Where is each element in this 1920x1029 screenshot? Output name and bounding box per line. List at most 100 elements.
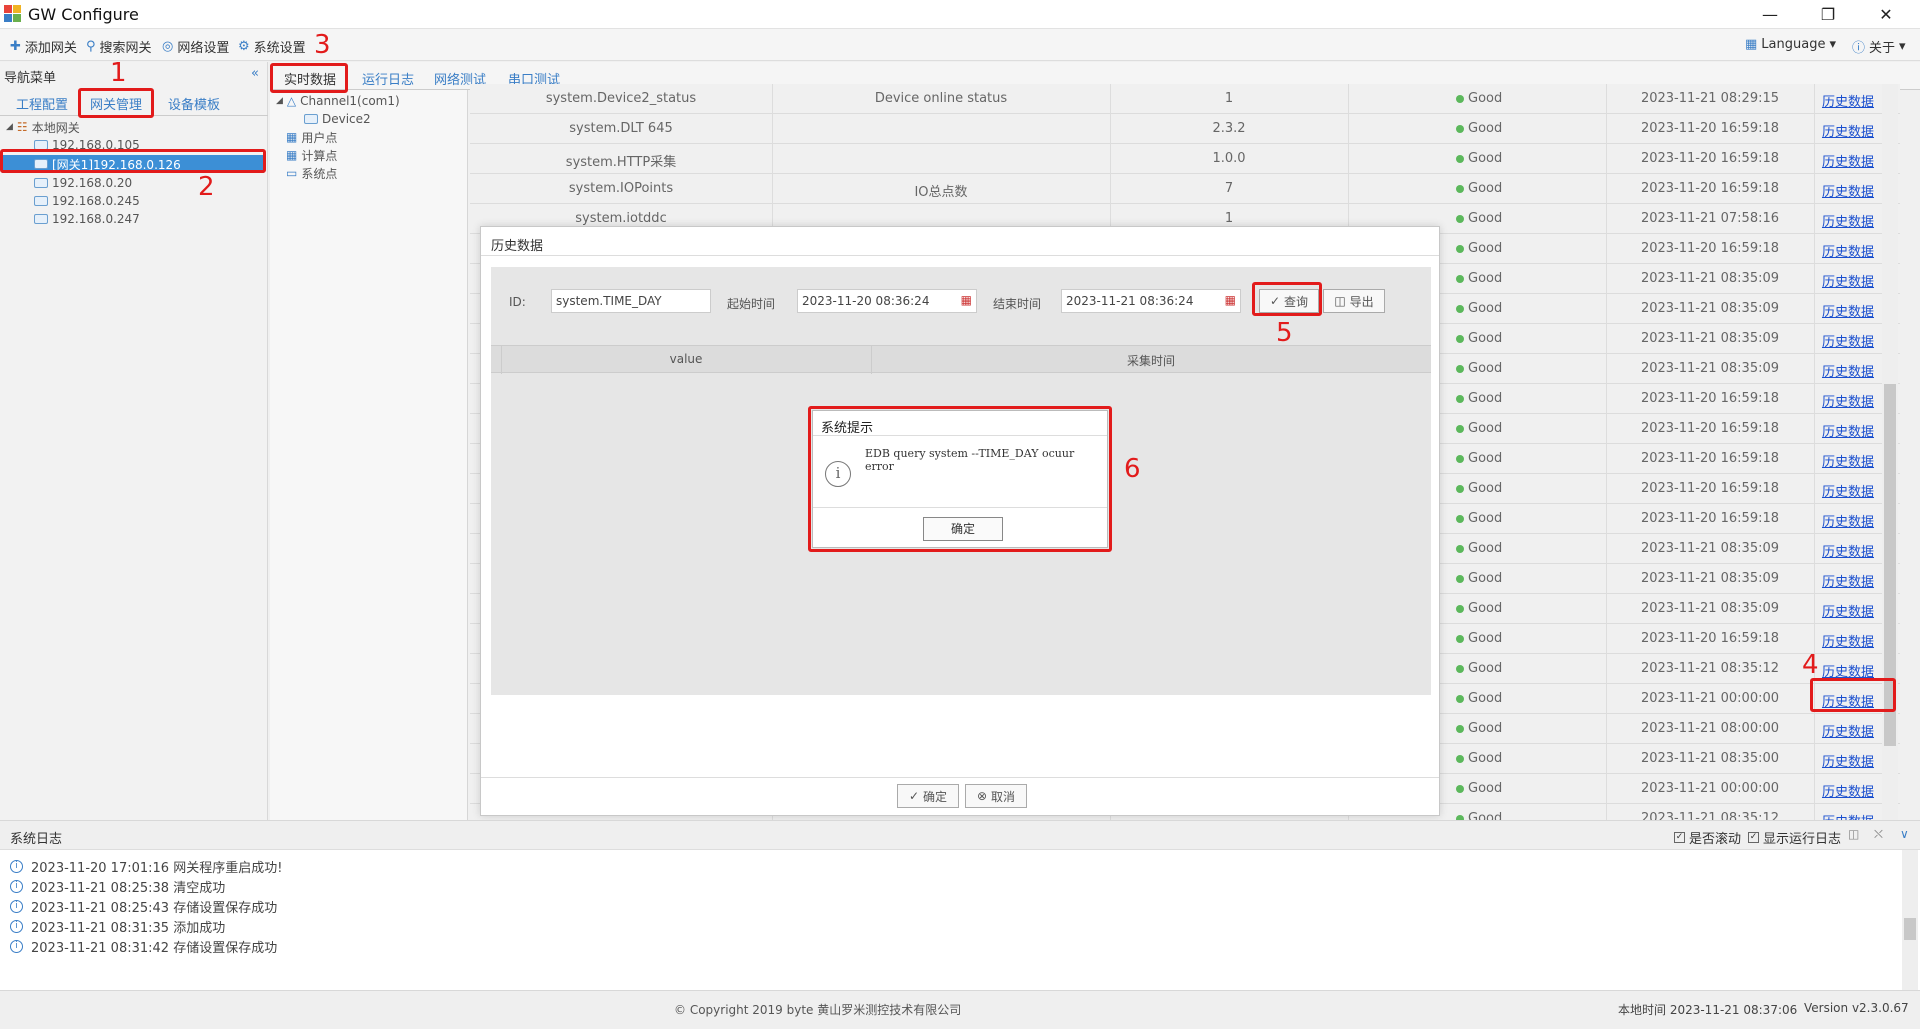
expand-icon: ◢ [6, 122, 13, 132]
network-settings-button[interactable]: ◎ 网络设置 [162, 37, 229, 56]
history-data-link[interactable]: 历史数据 [1814, 811, 1882, 820]
export-button[interactable]: ◫ 导出 [1323, 289, 1385, 313]
collapse-icon[interactable]: « [251, 66, 259, 81]
tree-device[interactable]: Device2 [304, 110, 371, 128]
cell-name: system.IOPoints [568, 181, 674, 196]
tab-device-template[interactable]: 设备模板 [168, 94, 220, 113]
cell-name: system.DLT 645 [569, 121, 673, 136]
system-settings-button[interactable]: ⚙ 系统设置 [238, 37, 306, 56]
history-data-link[interactable]: 历史数据 [1814, 601, 1882, 620]
tree-item-gateway[interactable]: 192.168.0.20 [34, 174, 132, 192]
add-gateway-button[interactable]: ✚ 添加网关 [10, 37, 77, 56]
id-field[interactable]: system.TIME_DAY [551, 289, 711, 313]
close-circle-icon: ⊗ [976, 789, 988, 803]
log-scrollbar[interactable] [1902, 850, 1918, 990]
history-data-link[interactable]: 历史数据 [1814, 121, 1882, 140]
info-icon: i [10, 899, 23, 913]
history-cancel-button[interactable]: ⊗ 取消 [965, 784, 1027, 808]
cell-quality: Good [1456, 211, 1502, 226]
minimize-button[interactable]: — [1742, 0, 1798, 29]
app-logo-icon [4, 5, 22, 23]
status-dot-icon [1456, 244, 1464, 253]
tree-item-gateway[interactable]: 192.168.0.247 [34, 210, 140, 228]
cell-time: 2023-11-21 08:35:09 [1640, 571, 1780, 586]
cell-quality: Good [1456, 241, 1502, 256]
history-data-link[interactable]: 历史数据 [1814, 781, 1882, 800]
local-time-text: 本地时间 2023-11-21 08:37:06 [1618, 1003, 1798, 1017]
history-data-link[interactable]: 历史数据 [1814, 481, 1882, 500]
history-ok-button[interactable]: ✓ 确定 [897, 784, 959, 808]
history-data-link[interactable]: 历史数据 [1814, 541, 1882, 560]
annotation-number-2: 2 [198, 172, 215, 202]
tree-root[interactable]: ◢ ☷ 本地网关 [6, 118, 80, 136]
history-data-link[interactable]: 历史数据 [1814, 91, 1882, 110]
quality-text: Good [1468, 541, 1503, 556]
annotation-number-5: 5 [1276, 318, 1293, 348]
gear-icon: ⚙ [238, 39, 250, 54]
tree-calc-points[interactable]: ▦ 计算点 [286, 146, 337, 164]
history-data-link[interactable]: 历史数据 [1814, 331, 1882, 350]
table-row[interactable]: system.Device2_status Device online statu… [470, 84, 1900, 114]
status-dot-icon [1456, 724, 1464, 733]
history-data-link[interactable]: 历史数据 [1814, 181, 1882, 200]
history-data-link[interactable]: 历史数据 [1814, 361, 1882, 380]
history-data-link[interactable]: 历史数据 [1814, 301, 1882, 320]
table-row[interactable]: system.HTTP采集 1.0.0 Good 2023-11-20 16:59:1… [470, 144, 1900, 174]
history-data-link[interactable]: 历史数据 [1814, 751, 1882, 770]
tree-item-gateway[interactable]: 192.168.0.245 [34, 192, 140, 210]
table-row[interactable]: system.DLT 645 2.3.2 Good 2023-11-20 16:59:… [470, 114, 1900, 144]
collapse-down-icon[interactable]: ∨ [1900, 827, 1909, 841]
calendar-icon[interactable]: ▦ [1225, 293, 1236, 307]
cell-quality: Good [1456, 481, 1502, 496]
history-data-link[interactable]: 历史数据 [1814, 271, 1882, 290]
search-gateway-button[interactable]: ⚲ 搜索网关 [86, 37, 152, 56]
log-entry: i 2023-11-21 08:25:43 存储设置保存成功 [10, 896, 277, 916]
status-dot-icon [1456, 604, 1464, 613]
auto-scroll-checkbox[interactable]: ✓ 是否滚动 [1674, 828, 1741, 847]
status-dot-icon [1456, 514, 1464, 523]
quality-text: Good [1468, 781, 1503, 796]
device-icon [304, 114, 318, 124]
scrollbar-thumb[interactable] [1904, 918, 1916, 940]
annotation-number-3: 3 [314, 30, 331, 60]
cell-quality: Good [1456, 151, 1502, 166]
table-row[interactable]: system.IOPoints IO总点数 7 Good 2023-11-20 16:5… [470, 174, 1900, 204]
close-button[interactable]: ✕ [1858, 0, 1914, 29]
cell-time: 2023-11-20 16:59:18 [1640, 241, 1780, 256]
cell-time: 2023-11-20 16:59:18 [1640, 511, 1780, 526]
history-data-link[interactable]: 历史数据 [1814, 451, 1882, 470]
calc-points-icon: ▦ [286, 148, 298, 162]
tree-system-points[interactable]: ▭ 系统点 [286, 164, 337, 182]
about-menu[interactable]: ⓘ 关于 ▾ [1852, 37, 1906, 56]
tree-channel[interactable]: ◢ △ Channel1(com1) [276, 92, 400, 110]
cell-quality: Good [1456, 691, 1502, 706]
end-time-field[interactable]: 2023-11-21 08:36:24 ▦ [1061, 289, 1241, 313]
cell-time: 2023-11-21 08:00:00 [1640, 721, 1780, 736]
history-data-link[interactable]: 历史数据 [1814, 721, 1882, 740]
status-dot-icon [1456, 364, 1464, 373]
history-data-link[interactable]: 历史数据 [1814, 421, 1882, 440]
log-entry: i 2023-11-21 08:31:42 存储设置保存成功 [10, 936, 277, 956]
tab-project-config[interactable]: 工程配置 [16, 94, 68, 113]
quality-text: Good [1468, 271, 1503, 286]
version-text: Version v2.3.0.67 [1804, 1001, 1909, 1015]
history-table-header: value 采集时间 [491, 345, 1431, 374]
cell-time: 2023-11-21 08:35:09 [1640, 541, 1780, 556]
history-data-link[interactable]: 历史数据 [1814, 241, 1882, 260]
history-data-link[interactable]: 历史数据 [1814, 571, 1882, 590]
tab-run-log[interactable]: 运行日志 [362, 69, 414, 88]
start-time-field[interactable]: 2023-11-20 08:36:24 ▦ [797, 289, 977, 313]
show-run-log-checkbox[interactable]: ✓ 显示运行日志 [1748, 828, 1841, 847]
trash-icon[interactable]: ⛌ [1874, 827, 1883, 842]
history-data-link[interactable]: 历史数据 [1814, 631, 1882, 650]
history-data-link[interactable]: 历史数据 [1814, 211, 1882, 230]
status-dot-icon [1456, 694, 1464, 703]
restore-button[interactable]: ❐ [1800, 0, 1856, 29]
history-data-link[interactable]: 历史数据 [1814, 511, 1882, 530]
history-data-link[interactable]: 历史数据 [1814, 391, 1882, 410]
save-log-icon[interactable]: ◫ [1848, 827, 1859, 841]
tree-user-points[interactable]: ▦ 用户点 [286, 128, 337, 146]
calendar-icon[interactable]: ▦ [961, 293, 972, 307]
history-data-link[interactable]: 历史数据 [1814, 151, 1882, 170]
language-menu[interactable]: ▦ Language ▾ [1745, 37, 1836, 52]
